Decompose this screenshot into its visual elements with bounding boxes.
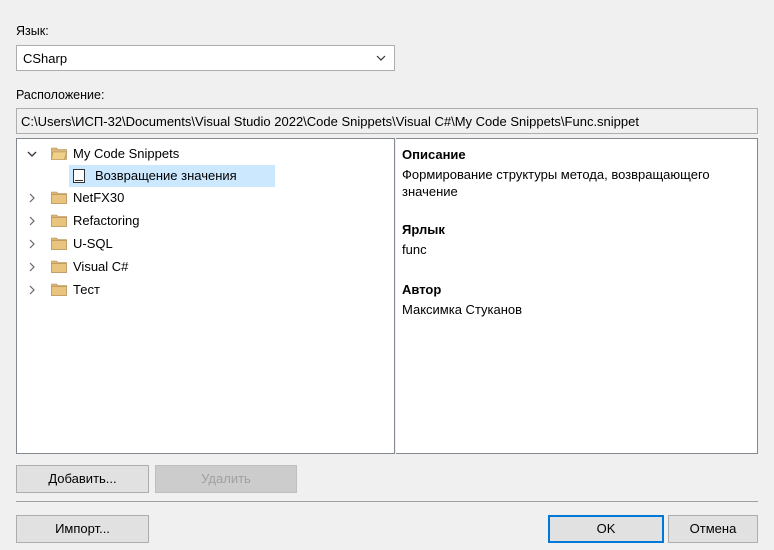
add-button[interactable]: Добавить... — [16, 465, 149, 493]
tree-item-visual-csharp[interactable]: Visual C# — [17, 256, 394, 278]
snippet-tree[interactable]: My Code Snippets Возвращение значения Ne… — [16, 138, 395, 454]
location-path-field[interactable]: C:\Users\ИСП-32\Documents\Visual Studio … — [16, 108, 758, 134]
language-label-text: Язык: — [16, 24, 49, 38]
folder-icon — [51, 260, 67, 273]
chevron-right-icon[interactable] — [27, 216, 37, 226]
folder-icon — [51, 214, 67, 227]
description-label: Описание — [402, 147, 466, 162]
language-label: Язык: — [16, 24, 49, 38]
tree-item-label: Refactoring — [73, 213, 140, 228]
tree-item-refactoring[interactable]: Refactoring — [17, 210, 394, 232]
tree-item-return-value-snippet[interactable]: Возвращение значения — [69, 165, 275, 187]
folder-open-icon — [51, 147, 67, 160]
language-select[interactable]: CSharp — [16, 45, 395, 71]
tree-item-test[interactable]: Тест — [17, 279, 394, 301]
tree-item-u-sql[interactable]: U-SQL — [17, 233, 394, 255]
snippet-details: Описание Формирование структуры метода, … — [396, 138, 758, 454]
chevron-right-icon[interactable] — [27, 193, 37, 203]
separator — [16, 501, 758, 502]
tree-item-my-code-snippets[interactable]: My Code Snippets — [17, 143, 394, 165]
cancel-button[interactable]: Отмена — [668, 515, 758, 543]
add-button-label: Добавить... — [48, 471, 117, 486]
cancel-button-label: Отмена — [689, 521, 737, 536]
tree-item-label: NetFX30 — [73, 190, 125, 205]
delete-button[interactable]: Удалить — [155, 465, 297, 493]
location-label: Расположение: — [16, 88, 104, 102]
tree-item-label: Возвращение значения — [95, 168, 237, 183]
ok-button-label: OK — [596, 521, 616, 536]
tree-item-label: Тест — [73, 282, 100, 297]
description-value: Формирование структуры метода, возвращаю… — [402, 167, 710, 199]
tree-item-label: Visual C# — [73, 259, 129, 274]
chevron-down-icon — [376, 55, 386, 61]
tree-item-netfx30[interactable]: NetFX30 — [17, 187, 394, 209]
chevron-right-icon[interactable] — [27, 285, 37, 295]
author-label: Автор — [402, 282, 442, 297]
delete-button-label: Удалить — [201, 471, 251, 486]
snippet-file-icon — [73, 169, 85, 183]
location-label-text: Расположение: — [16, 88, 105, 102]
author-value: Максимка Стуканов — [402, 302, 523, 317]
folder-icon — [51, 191, 67, 204]
folder-icon — [51, 283, 67, 296]
shortcut-label: Ярлык — [402, 222, 445, 237]
chevron-right-icon[interactable] — [27, 239, 37, 249]
chevron-down-icon[interactable] — [27, 149, 37, 159]
shortcut-value: func — [402, 242, 427, 257]
location-path-text: C:\Users\ИСП-32\Documents\Visual Studio … — [21, 114, 639, 129]
chevron-right-icon[interactable] — [27, 262, 37, 272]
folder-icon — [51, 237, 67, 250]
tree-item-label: My Code Snippets — [73, 146, 180, 161]
tree-item-label: U-SQL — [73, 236, 113, 251]
ok-button[interactable]: OK — [548, 515, 664, 543]
language-select-value: CSharp — [23, 51, 68, 66]
import-button[interactable]: Импорт... — [16, 515, 149, 543]
import-button-label: Импорт... — [55, 521, 110, 536]
